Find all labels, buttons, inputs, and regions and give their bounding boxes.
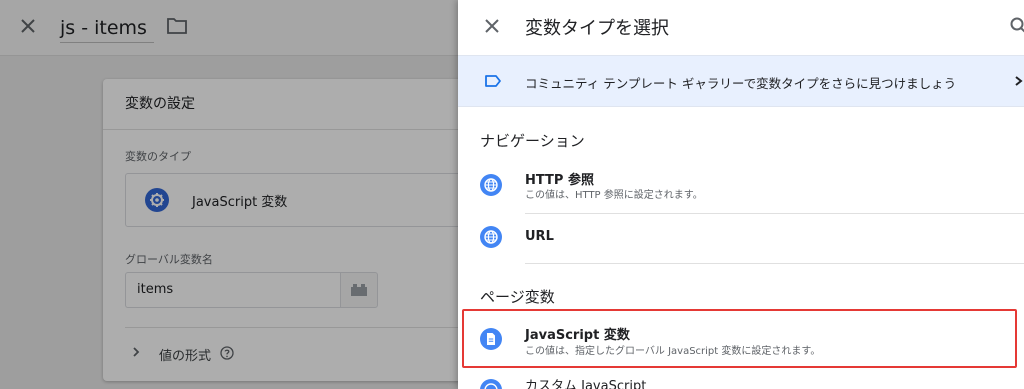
list-item-custom-javascript[interactable]: カスタム JavaScript: [458, 365, 1024, 389]
list-item-http-referrer[interactable]: HTTP 参照 この値は、HTTP 参照に設定されます。: [458, 164, 1024, 214]
banner-text: コミュニティ テンプレート ギャラリーで変数タイプをさらに見つけましょう: [525, 76, 957, 91]
item-description: この値は、HTTP 参照に設定されます。: [525, 190, 703, 201]
section-heading-navigation: ナビゲーション: [480, 132, 585, 150]
panel-title: 変数タイプを選択: [525, 18, 669, 39]
divider: [525, 263, 1024, 264]
globe-icon: [480, 174, 502, 196]
list-item-url[interactable]: URL: [458, 214, 1024, 264]
chevron-right-icon: [1015, 76, 1023, 86]
community-gallery-banner[interactable]: コミュニティ テンプレート ギャラリーで変数タイプをさらに見つけましょう: [458, 55, 1024, 107]
close-icon[interactable]: [482, 16, 502, 36]
item-title: カスタム JavaScript: [525, 379, 647, 389]
selection-highlight-box: [462, 309, 1017, 368]
globe-icon: [480, 226, 502, 248]
section-heading-page-variables: ページ変数: [480, 288, 555, 306]
search-icon[interactable]: [1009, 16, 1024, 36]
item-title: URL: [525, 229, 554, 244]
globe-icon: [480, 379, 502, 389]
label-tag-icon: [485, 75, 501, 87]
